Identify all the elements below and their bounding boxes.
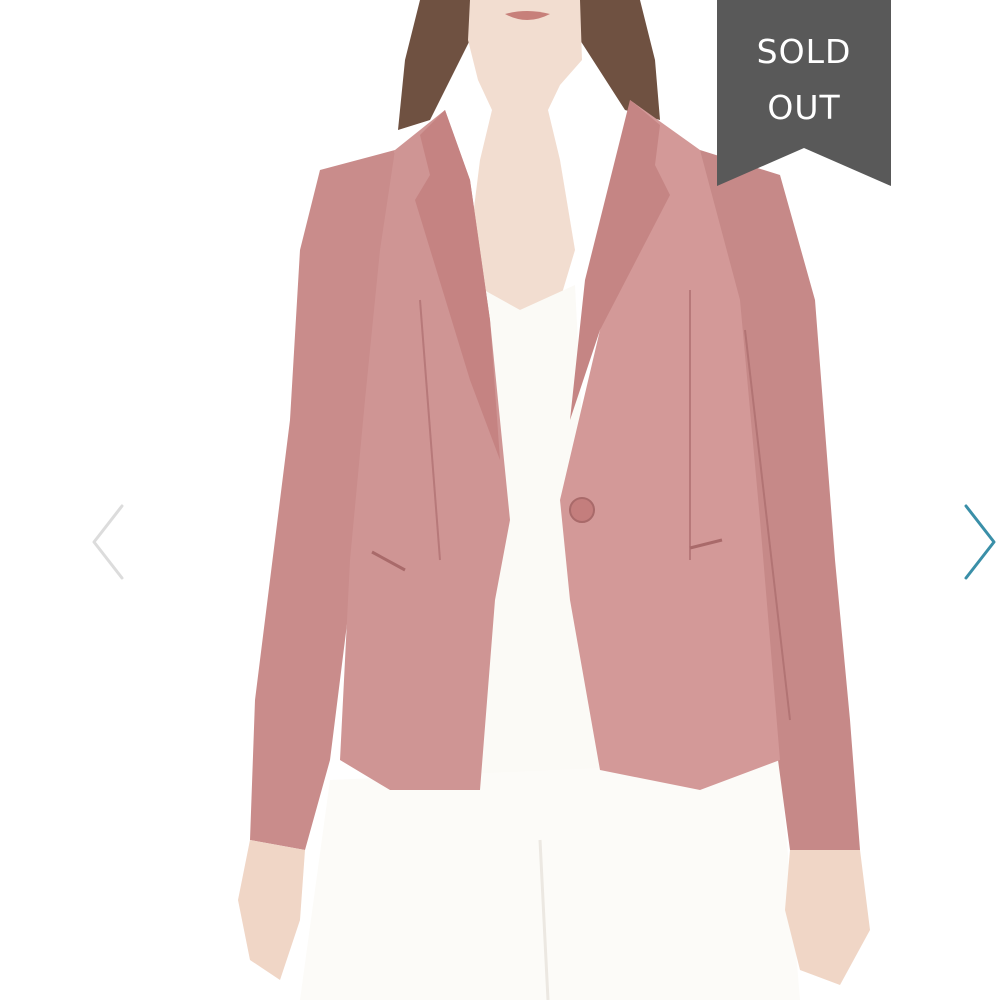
chevron-left-icon [92,504,124,580]
previous-image-button[interactable] [86,500,130,584]
badge-line-2: OUT [767,88,841,127]
next-image-button[interactable] [958,500,1000,584]
blazer-button [569,497,595,523]
product-image-viewer: SOLD OUT [0,0,1000,1000]
skin [468,0,582,310]
chevron-right-icon [964,504,996,580]
left-hand [238,840,305,980]
white-trousers [300,760,800,1000]
right-hand [785,850,870,985]
sold-out-label: SOLD OUT [717,24,891,136]
sold-out-badge: SOLD OUT [717,0,891,186]
badge-line-1: SOLD [756,32,852,71]
